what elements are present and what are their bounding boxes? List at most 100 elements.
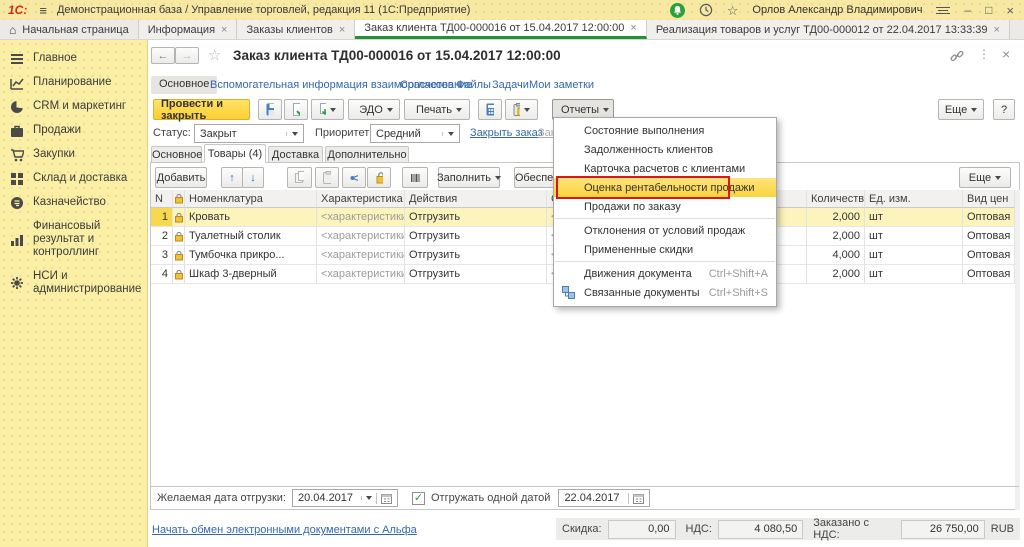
copy-icon [295, 171, 304, 184]
tab-close-icon[interactable]: × [339, 24, 345, 36]
history-icon[interactable] [699, 3, 713, 17]
save-button[interactable] [258, 99, 282, 120]
menu-item-settlements-card[interactable]: Карточка расчетов с клиентами [554, 159, 776, 178]
menu-item-execution-state[interactable]: Состояние выполнения [554, 121, 776, 140]
calendar-icon[interactable] [376, 493, 392, 504]
nav-my-notes[interactable]: Мои заметки [529, 79, 594, 91]
table-scrollbar[interactable] [1015, 190, 1020, 510]
maximize-button[interactable]: □ [985, 4, 992, 16]
cell-characteristic: <характеристики ... [317, 246, 405, 265]
nav-tasks[interactable]: Задачи [492, 79, 529, 91]
forward-button[interactable]: → [175, 47, 199, 64]
col-header-n[interactable]: N [151, 190, 173, 208]
tab-close-icon[interactable]: × [221, 24, 227, 36]
single-date-input[interactable]: 22.04.2017 [558, 489, 650, 507]
menu-item-sales-by-order[interactable]: Продажи по заказу [554, 197, 776, 216]
pie-chart-icon [10, 100, 24, 114]
single-date-value: 22.04.2017 [564, 492, 619, 504]
calculator-button[interactable] [478, 99, 502, 120]
add-row-button[interactable]: Добавить [155, 167, 207, 188]
menu-item-sales-condition-deviations[interactable]: Отклонения от условий продаж [554, 221, 776, 240]
paste-button[interactable] [315, 167, 339, 188]
status-select[interactable]: Закрыт [194, 124, 304, 143]
menu-item-document-movements[interactable]: Движения документа Ctrl+Shift+A [554, 264, 776, 283]
move-up-button[interactable]: ↑ [221, 167, 243, 188]
close-window-button[interactable]: × [1006, 4, 1014, 17]
print-button[interactable]: Печать [404, 99, 470, 120]
sidebar-item-sales[interactable]: Продажи [10, 124, 139, 138]
dropdown-caret [971, 108, 977, 112]
help-button[interactable]: ? [993, 99, 1015, 120]
col-header-lock[interactable] [173, 190, 185, 208]
sidebar-item-admin[interactable]: НСИ и администрирование [10, 270, 139, 296]
menu-item-related-documents[interactable]: Связанные документы Ctrl+Shift+S [554, 283, 776, 302]
more-button[interactable]: Еще [938, 99, 984, 120]
cell-quantity: 2,000 [807, 265, 865, 284]
row-lock-icon [173, 227, 185, 246]
tab-information[interactable]: Информация × [139, 20, 238, 39]
sidebar-item-main[interactable]: Главное [10, 52, 139, 66]
fill-button[interactable]: Заполнить [438, 167, 500, 188]
tab-current-order[interactable]: Заказ клиента ТД00-000016 от 15.04.2017 … [355, 20, 647, 39]
service-menu-icon[interactable] [936, 7, 950, 14]
doc-tab-main[interactable]: Основное [151, 146, 202, 163]
menu-item-customer-debt[interactable]: Задолженность клиентов [554, 140, 776, 159]
col-header-price-kind[interactable]: Вид цен [963, 190, 1015, 208]
notifications-icon[interactable] [670, 3, 685, 18]
edo-button[interactable]: ЭДО [348, 99, 400, 120]
tab-sales-document[interactable]: Реализация товаров и услуг ТД00-000012 о… [647, 20, 1010, 39]
close-order-link[interactable]: Закрыть заказ [470, 127, 543, 139]
tab-close-icon[interactable]: × [630, 22, 636, 34]
get-link-icon[interactable] [950, 49, 964, 63]
barcode-scan-button[interactable] [402, 167, 428, 188]
nav-main[interactable]: Основное [151, 76, 217, 94]
col-header-unit[interactable]: Ед. изм. [865, 190, 963, 208]
nav-files[interactable]: Файлы [456, 79, 491, 91]
single-date-checkbox[interactable]: ✓ [412, 492, 425, 505]
create-based-on-button[interactable] [311, 99, 344, 120]
ordered-label: Заказано с НДС: [813, 517, 895, 541]
cell-characteristic: <характеристики ... [317, 208, 405, 227]
doc-tab-additional[interactable]: Дополнительно [325, 146, 409, 163]
sidebar-item-planning[interactable]: Планирование [10, 76, 139, 90]
close-form-icon[interactable]: × [1002, 46, 1010, 62]
post-document-button[interactable] [284, 99, 308, 120]
col-header-actions[interactable]: Действия [405, 190, 547, 208]
ship-date-input[interactable]: 20.04.2017 [292, 489, 398, 507]
post-and-close-button[interactable]: Провести и закрыть [153, 99, 250, 120]
menu-item-applied-discounts[interactable]: Примененные скидки [554, 240, 776, 259]
sidebar-item-finance[interactable]: Финансовый результат и контроллинг [10, 220, 139, 260]
favorites-icon[interactable]: ☆ [727, 4, 739, 17]
col-header-characteristic[interactable]: Характеристика [317, 190, 405, 208]
current-user[interactable]: Орлов Александр Владимирович [752, 4, 922, 16]
edo-label: ЭДО [359, 104, 383, 116]
priority-select[interactable]: Средний [370, 124, 460, 143]
tab-close-icon[interactable]: × [994, 24, 1000, 36]
doc-tab-delivery[interactable]: Доставка [268, 146, 323, 163]
sidebar-item-treasury[interactable]: Казначейство [10, 196, 139, 210]
favorite-star-icon[interactable]: ☆ [208, 46, 221, 64]
main-menu-icon[interactable]: ≡ [39, 3, 47, 18]
tab-customer-orders[interactable]: Заказы клиентов × [237, 20, 355, 39]
share-button[interactable] [342, 167, 366, 188]
copy-row-button[interactable] [287, 167, 312, 188]
menu-item-profitability-estimate[interactable]: Оценка рентабельности продажи [554, 178, 776, 197]
doc-tab-goods[interactable]: Товары (4) [204, 144, 266, 163]
col-header-nomenclature[interactable]: Номенклатура [185, 190, 317, 208]
edi-exchange-link[interactable]: Начать обмен электронными документами с … [152, 524, 417, 536]
sidebar-item-crm[interactable]: CRM и маркетинг [10, 100, 139, 114]
back-button[interactable]: ← [151, 47, 175, 64]
clipboard-tools-button[interactable] [505, 99, 538, 120]
more-kebab-icon[interactable]: ⋮ [978, 47, 990, 61]
lock-rows-button[interactable] [367, 167, 391, 188]
move-down-button[interactable]: ↓ [242, 167, 264, 188]
sidebar-item-warehouse[interactable]: Склад и доставка [10, 172, 139, 186]
calendar-icon[interactable] [628, 493, 644, 504]
minimize-button[interactable]: – [964, 4, 971, 16]
tab-home[interactable]: ⌂ Начальная страница [0, 20, 139, 39]
cell-price-kind: Оптовая [963, 246, 1015, 265]
table-more-label: Еще [969, 172, 991, 184]
table-more-button[interactable]: Еще [959, 167, 1011, 188]
col-header-quantity[interactable]: Количество [807, 190, 865, 208]
sidebar-item-purchases[interactable]: Закупки [10, 148, 139, 162]
